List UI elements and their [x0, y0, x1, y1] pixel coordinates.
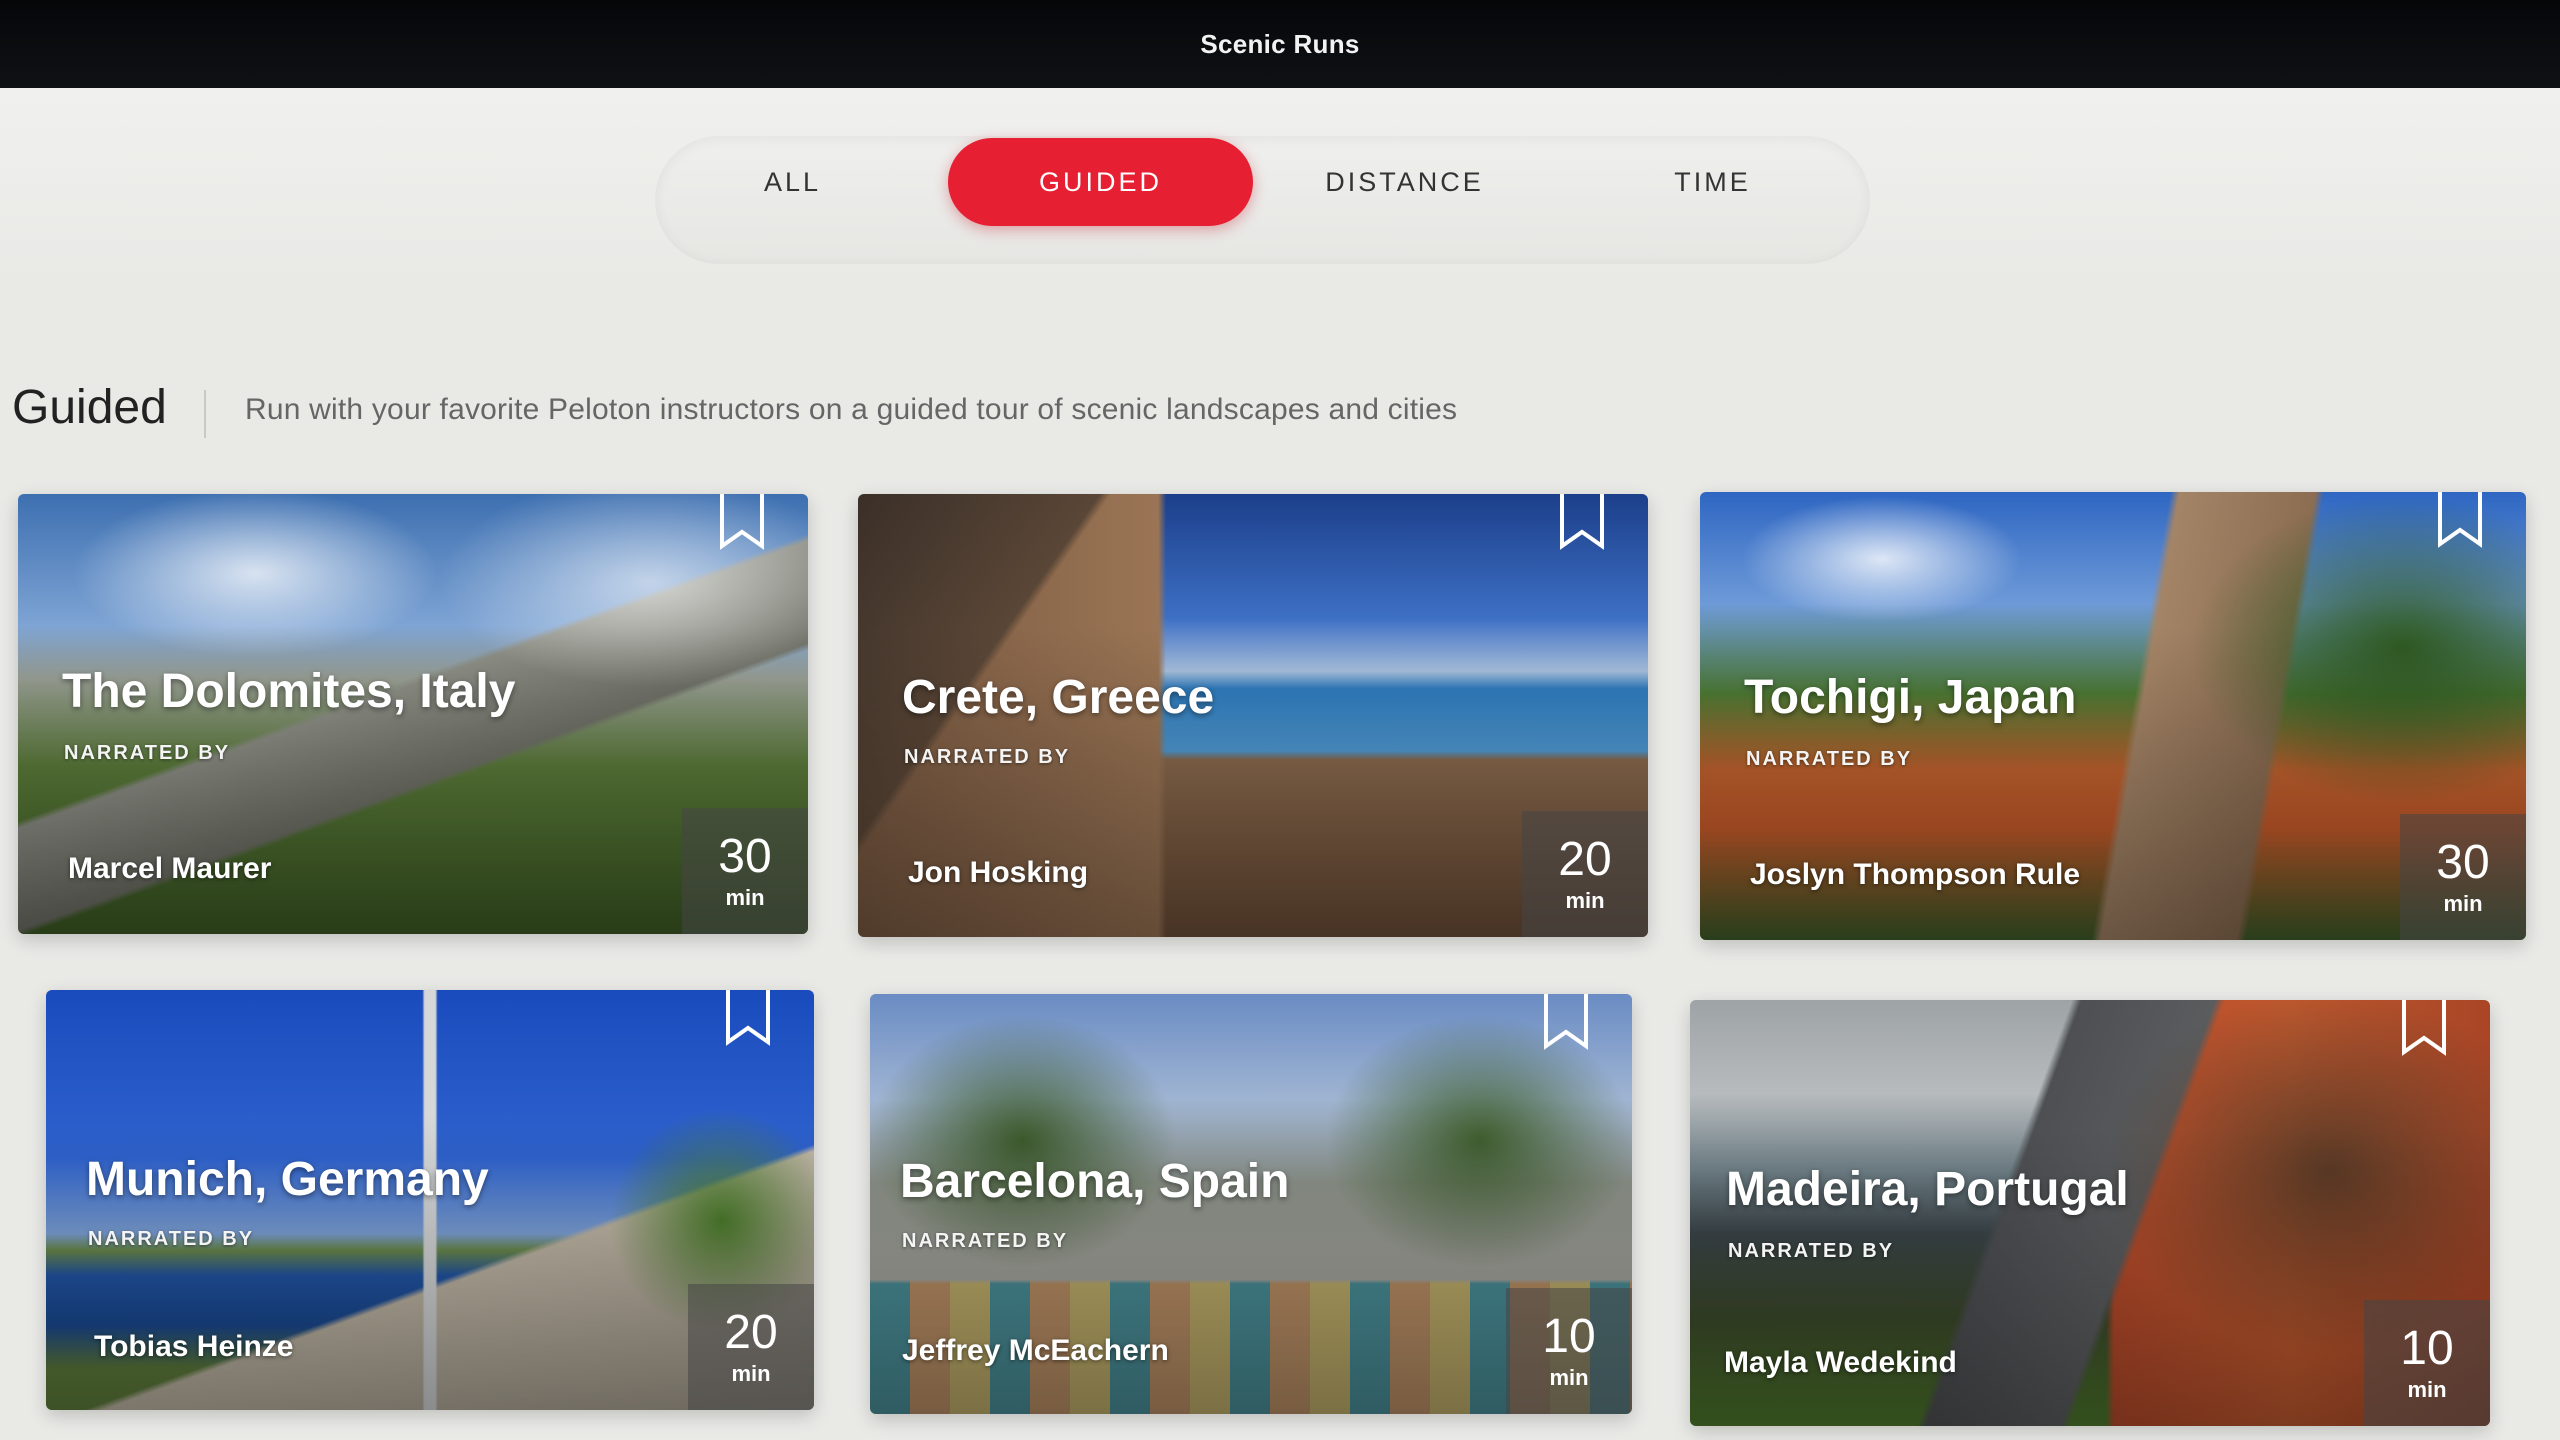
- scenic-run-card-tochigi[interactable]: Tochigi, Japan NARRATED BY Joslyn Thomps…: [1700, 492, 2526, 940]
- bookmark-icon[interactable]: [716, 494, 768, 552]
- bookmark-icon[interactable]: [1556, 494, 1608, 552]
- card-title: Madeira, Portugal: [1726, 1163, 2129, 1216]
- duration-unit: min: [1565, 888, 1605, 913]
- filter-tab-distance[interactable]: DISTANCE: [1252, 138, 1557, 226]
- instructor-name: Mayla Wedekind: [1724, 1346, 1957, 1379]
- narrated-by-label: NARRATED BY: [904, 746, 1071, 768]
- bookmark-icon[interactable]: [722, 990, 774, 1048]
- duration-badge: 10 min: [1506, 1288, 1632, 1414]
- filter-tab-time[interactable]: TIME: [1560, 138, 1865, 226]
- section-description: Run with your favorite Peloton instructo…: [245, 393, 1458, 426]
- card-title: Munich, Germany: [86, 1153, 489, 1206]
- instructor-name: Joslyn Thompson Rule: [1750, 858, 2081, 891]
- duration-value: 10: [1542, 1310, 1596, 1363]
- narrated-by-label: NARRATED BY: [88, 1228, 255, 1250]
- scenic-run-card-crete[interactable]: Crete, Greece NARRATED BY Jon Hosking 20…: [858, 494, 1648, 937]
- section-divider: [204, 390, 206, 438]
- narrated-by-label: NARRATED BY: [1746, 748, 1913, 770]
- instructor-name: Jeffrey McEachern: [902, 1334, 1169, 1367]
- duration-value: 20: [1558, 833, 1612, 886]
- filter-tab-guided[interactable]: GUIDED: [948, 138, 1253, 226]
- card-title: Barcelona, Spain: [900, 1155, 1290, 1208]
- title-bar: Scenic Runs: [0, 0, 2560, 88]
- window-title: Scenic Runs: [1200, 28, 1360, 59]
- section-title: Guided: [12, 381, 167, 434]
- bookmark-icon[interactable]: [2398, 1000, 2450, 1058]
- duration-value: 10: [2400, 1322, 2454, 1375]
- scenic-run-card-dolomites[interactable]: The Dolomites, Italy NARRATED BY Marcel …: [18, 494, 808, 934]
- instructor-name: Marcel Maurer: [68, 852, 272, 885]
- narrated-by-label: NARRATED BY: [1728, 1240, 1895, 1262]
- duration-value: 30: [2436, 836, 2490, 889]
- duration-unit: min: [2443, 891, 2483, 916]
- card-title: The Dolomites, Italy: [62, 665, 516, 718]
- duration-value: 30: [718, 830, 772, 883]
- narrated-by-label: NARRATED BY: [64, 742, 231, 764]
- filter-tab-all[interactable]: ALL: [640, 138, 945, 226]
- duration-badge: 30 min: [682, 808, 808, 934]
- scenic-run-card-madeira[interactable]: Madeira, Portugal NARRATED BY Mayla Wede…: [1690, 1000, 2490, 1426]
- scenic-run-card-barcelona[interactable]: Barcelona, Spain NARRATED BY Jeffrey McE…: [870, 994, 1632, 1414]
- scenic-run-card-munich[interactable]: Munich, Germany NARRATED BY Tobias Heinz…: [46, 990, 814, 1410]
- filter-bar: ALL GUIDED DISTANCE TIME: [0, 88, 2560, 284]
- duration-badge: 30 min: [2400, 814, 2526, 940]
- bookmark-icon[interactable]: [1540, 994, 1592, 1052]
- bookmark-icon[interactable]: [2434, 492, 2486, 550]
- duration-unit: min: [731, 1361, 771, 1386]
- instructor-name: Jon Hosking: [908, 856, 1089, 889]
- duration-badge: 10 min: [2364, 1300, 2490, 1426]
- duration-unit: min: [725, 885, 765, 910]
- duration-unit: min: [2407, 1377, 2447, 1402]
- duration-unit: min: [1549, 1365, 1589, 1390]
- card-title: Tochigi, Japan: [1744, 671, 2077, 724]
- duration-badge: 20 min: [1522, 811, 1648, 937]
- instructor-name: Tobias Heinze: [94, 1330, 294, 1363]
- duration-value: 20: [724, 1306, 778, 1359]
- duration-badge: 20 min: [688, 1284, 814, 1410]
- narrated-by-label: NARRATED BY: [902, 1230, 1069, 1252]
- card-title: Crete, Greece: [902, 671, 1215, 724]
